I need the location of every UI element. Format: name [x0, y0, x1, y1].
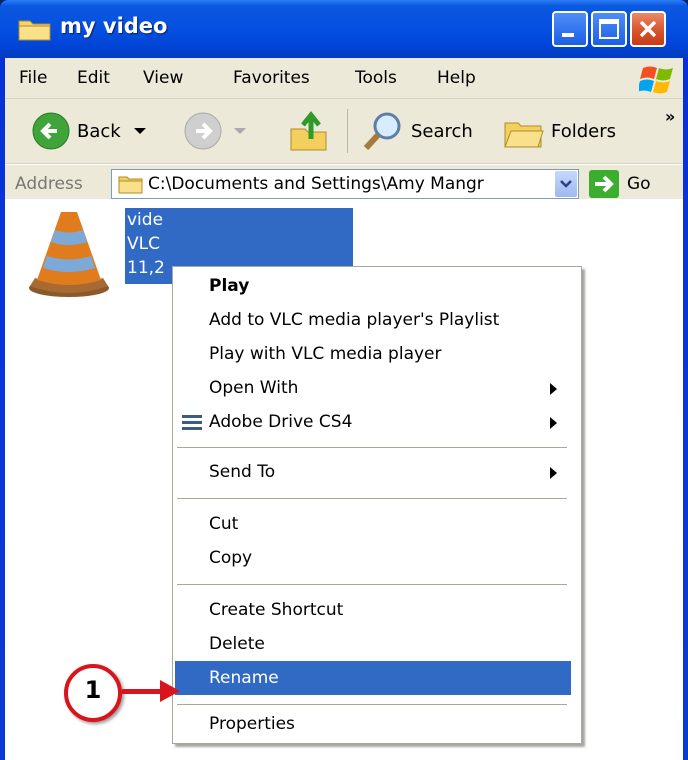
callout-arrow-line — [122, 689, 162, 694]
chevron-down-icon[interactable] — [131, 125, 149, 137]
back-arrow-icon — [32, 112, 70, 150]
folders-label: Folders — [551, 120, 617, 142]
menu-item-label: Play — [209, 276, 250, 296]
back-button[interactable]: Back — [31, 111, 149, 151]
window-title: my video — [60, 14, 168, 38]
go-button[interactable] — [589, 170, 619, 198]
file-type: VLC — [127, 234, 160, 254]
menu-separator — [177, 498, 567, 499]
menu-item-open-with[interactable]: Open With — [175, 371, 571, 405]
menu-item-delete[interactable]: Delete — [175, 627, 571, 661]
up-folder-icon — [290, 110, 327, 151]
step-callout: 1 — [64, 664, 122, 722]
standard-buttons-row: Back Search Folders » — [5, 99, 683, 164]
menu-item-cut[interactable]: Cut — [175, 507, 571, 541]
menu-item-play[interactable]: Play — [175, 269, 571, 303]
menu-bar: File Edit View Favorites Tools Help — [5, 58, 683, 99]
menu-item-send-to[interactable]: Send To — [175, 455, 571, 489]
menu-item-label: Add to VLC media player's Playlist — [209, 310, 500, 330]
file-name: vide — [127, 210, 164, 230]
go-label[interactable]: Go — [627, 174, 651, 194]
menu-item-create-shortcut[interactable]: Create Shortcut — [175, 593, 571, 627]
menu-item-properties[interactable]: Properties — [175, 707, 571, 741]
submenu-arrow-icon — [550, 417, 557, 429]
search-button[interactable]: Search — [361, 111, 473, 151]
address-path: C:\Documents and Settings\Amy Mangr — [148, 174, 484, 194]
folders-icon — [504, 122, 544, 148]
menu-tools[interactable]: Tools — [355, 68, 397, 88]
menu-item-label: Rename — [209, 668, 279, 688]
menu-help[interactable]: Help — [437, 68, 476, 88]
menu-item-label: Create Shortcut — [209, 600, 344, 620]
menu-item-label: Properties — [209, 714, 295, 734]
menu-item-label: Send To — [209, 462, 276, 482]
menu-item-play-with-vlc[interactable]: Play with VLC media player — [175, 337, 571, 371]
step-number: 1 — [84, 676, 102, 704]
back-label: Back — [77, 120, 121, 142]
maximize-button[interactable] — [591, 11, 627, 47]
title-bar[interactable]: my video — [0, 0, 688, 58]
menu-view[interactable]: View — [143, 68, 183, 88]
minimize-button[interactable] — [552, 11, 588, 47]
menu-favorites[interactable]: Favorites — [233, 68, 310, 88]
search-label: Search — [411, 120, 473, 142]
menu-item-label: Open With — [209, 378, 299, 398]
menu-item-label: Delete — [209, 634, 265, 654]
maximize-icon — [599, 19, 619, 39]
menu-item-copy[interactable]: Copy — [175, 541, 571, 575]
close-button[interactable] — [630, 11, 666, 47]
address-dropdown-button[interactable] — [555, 171, 577, 197]
forward-arrow-icon — [184, 112, 222, 150]
menu-separator — [177, 584, 567, 585]
menu-item-label: Adobe Drive CS4 — [209, 412, 353, 432]
menu-item-rename[interactable]: Rename — [175, 661, 571, 695]
address-field[interactable]: C:\Documents and Settings\Amy Mangr — [111, 169, 579, 199]
menu-item-label: Cut — [209, 514, 239, 534]
context-menu: Play Add to VLC media player's Playlist … — [172, 266, 582, 744]
chevron-down-icon[interactable] — [231, 125, 249, 137]
callout-arrow-icon — [160, 680, 180, 702]
go-arrow-icon — [595, 175, 614, 193]
menu-item-label: Copy — [209, 548, 253, 568]
folders-button[interactable]: Folders — [503, 111, 616, 151]
menu-item-add-to-playlist[interactable]: Add to VLC media player's Playlist — [175, 303, 571, 337]
folder-icon — [18, 20, 51, 41]
vlc-cone-icon[interactable] — [27, 208, 111, 298]
address-label: Address — [15, 174, 83, 194]
submenu-arrow-icon — [550, 467, 557, 479]
adobe-drive-icon — [182, 415, 202, 430]
close-icon — [639, 20, 657, 38]
minimize-icon — [562, 33, 574, 37]
menu-separator — [177, 447, 567, 448]
up-folder-button[interactable] — [287, 110, 331, 151]
menu-edit[interactable]: Edit — [77, 68, 110, 88]
forward-button[interactable] — [183, 111, 249, 151]
menu-item-adobe-drive[interactable]: Adobe Drive CS4 — [175, 405, 571, 439]
submenu-arrow-icon — [550, 383, 557, 395]
toolbar-overflow-chevron[interactable]: » — [665, 107, 675, 126]
menu-separator — [177, 704, 567, 705]
address-bar: Address C:\Documents and Settings\Amy Ma… — [5, 164, 683, 203]
search-icon — [363, 112, 401, 151]
windows-logo-icon — [639, 66, 673, 94]
chevron-down-icon — [560, 180, 572, 188]
menu-file[interactable]: File — [19, 68, 47, 88]
folder-icon — [118, 176, 143, 194]
toolbar-divider — [347, 109, 348, 153]
toolbar: Back Search Folders » Address C:\Documen… — [5, 99, 683, 199]
menu-item-label: Play with VLC media player — [209, 344, 442, 364]
